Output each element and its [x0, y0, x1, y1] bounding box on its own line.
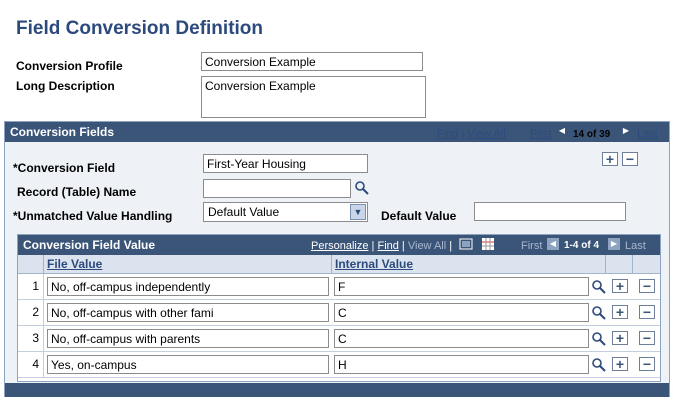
conversion-fields-position: 14 of 39 — [573, 129, 611, 140]
grid-title: Conversion Field Value — [23, 238, 156, 252]
grid-tools: Personalize | Find | View All | — [311, 240, 453, 252]
grid-last: Last — [625, 240, 646, 252]
personalize-link[interactable]: Personalize — [311, 240, 368, 252]
group-footer-bar — [5, 383, 669, 397]
add-row-plus-icon[interactable]: + — [612, 279, 628, 293]
internal-value-input[interactable] — [334, 277, 589, 296]
add-row-plus-icon[interactable]: + — [612, 305, 628, 319]
table-row: 2 + − — [18, 300, 660, 326]
row-number-column-header — [18, 255, 44, 274]
record-name-label: Record (Table) Name — [17, 185, 137, 199]
conversion-fields-last[interactable]: Last — [637, 128, 658, 140]
conversion-field-label: *Conversion Field — [13, 161, 116, 175]
lookup-magnifier-icon[interactable] — [591, 305, 607, 321]
long-description-label: Long Description — [16, 79, 115, 93]
table-row: 4 + − — [18, 352, 660, 378]
internal-value-input[interactable] — [334, 303, 589, 322]
internal-value-input[interactable] — [334, 355, 589, 374]
conversion-fields-title: Conversion Fields — [10, 125, 115, 139]
file-value-input[interactable] — [47, 329, 329, 348]
internal-value-column-header[interactable]: Internal Value — [332, 255, 606, 274]
grid-view-all: View All — [407, 240, 447, 252]
grid-previous-arrow-icon: ◀ — [547, 238, 559, 250]
table-row: 3 + − — [18, 326, 660, 352]
chevron-down-icon[interactable]: ▼ — [350, 204, 366, 220]
conversion-profile-label: Conversion Profile — [16, 59, 123, 73]
add-row-plus-icon[interactable]: + — [612, 331, 628, 345]
delete-row-minus-icon[interactable]: − — [639, 357, 655, 371]
lookup-magnifier-icon[interactable] — [591, 279, 607, 295]
grid-icon[interactable] — [481, 237, 495, 251]
default-value-label: Default Value — [381, 209, 457, 223]
add-row-plus-icon[interactable]: + — [602, 152, 618, 166]
table-row: 1 + − — [18, 274, 660, 300]
find-link[interactable]: Find — [437, 128, 458, 140]
lookup-magnifier-icon[interactable] — [591, 331, 607, 347]
conversion-fields-header: Conversion Fields — [5, 122, 669, 142]
conversion-profile-field[interactable] — [201, 52, 423, 71]
row-number: 3 — [18, 326, 44, 351]
row-number: 2 — [18, 300, 44, 325]
grid-next-arrow-icon: ▶ — [608, 238, 620, 250]
unmatched-value-select[interactable]: Default Value ▼ — [203, 202, 368, 222]
conversion-fields-group: Conversion Fields Find | View All First … — [4, 121, 670, 397]
download-icon[interactable] — [459, 237, 473, 251]
lookup-magnifier-icon[interactable] — [591, 357, 607, 373]
file-value-column-header[interactable]: File Value — [44, 255, 332, 274]
file-value-input[interactable] — [47, 355, 329, 374]
previous-arrow-icon[interactable]: ◀ — [556, 125, 568, 137]
unmatched-value-label: *Unmatched Value Handling — [13, 209, 173, 223]
delete-row-minus-icon[interactable]: − — [639, 279, 655, 293]
add-row-plus-icon[interactable]: + — [612, 357, 628, 371]
row-number: 4 — [18, 352, 44, 377]
row-number: 1 — [18, 274, 44, 299]
conversion-fields-first[interactable]: First — [530, 128, 551, 140]
view-all-link[interactable]: View All — [467, 128, 505, 140]
delete-row-minus-icon[interactable]: − — [639, 305, 655, 319]
delete-row-minus-icon[interactable]: − — [639, 331, 655, 345]
conversion-fields-nav: Find | View All — [437, 128, 506, 140]
unmatched-value-selected: Default Value — [208, 205, 280, 219]
grid-position: 1-4 of 4 — [564, 240, 600, 251]
record-name-lookup-magnifier-icon[interactable] — [354, 180, 370, 196]
grid-header: Conversion Field Value Personalize | Fin… — [18, 235, 660, 255]
add-column-header — [606, 255, 633, 274]
next-arrow-icon[interactable]: ▶ — [620, 125, 632, 137]
long-description-field[interactable]: Conversion Example — [201, 76, 426, 118]
default-value-input[interactable] — [474, 202, 626, 221]
delete-row-minus-icon[interactable]: − — [622, 152, 638, 166]
conversion-field-input[interactable] — [203, 154, 368, 173]
page-title: Field Conversion Definition — [16, 18, 264, 39]
delete-column-header — [633, 255, 660, 274]
record-name-input[interactable] — [203, 179, 351, 198]
conversion-field-value-grid: Conversion Field Value Personalize | Fin… — [17, 234, 661, 382]
grid-first: First — [521, 240, 543, 252]
grid-find-link[interactable]: Find — [377, 240, 398, 252]
file-value-input[interactable] — [47, 277, 329, 296]
file-value-input[interactable] — [47, 303, 329, 322]
internal-value-input[interactable] — [334, 329, 589, 348]
